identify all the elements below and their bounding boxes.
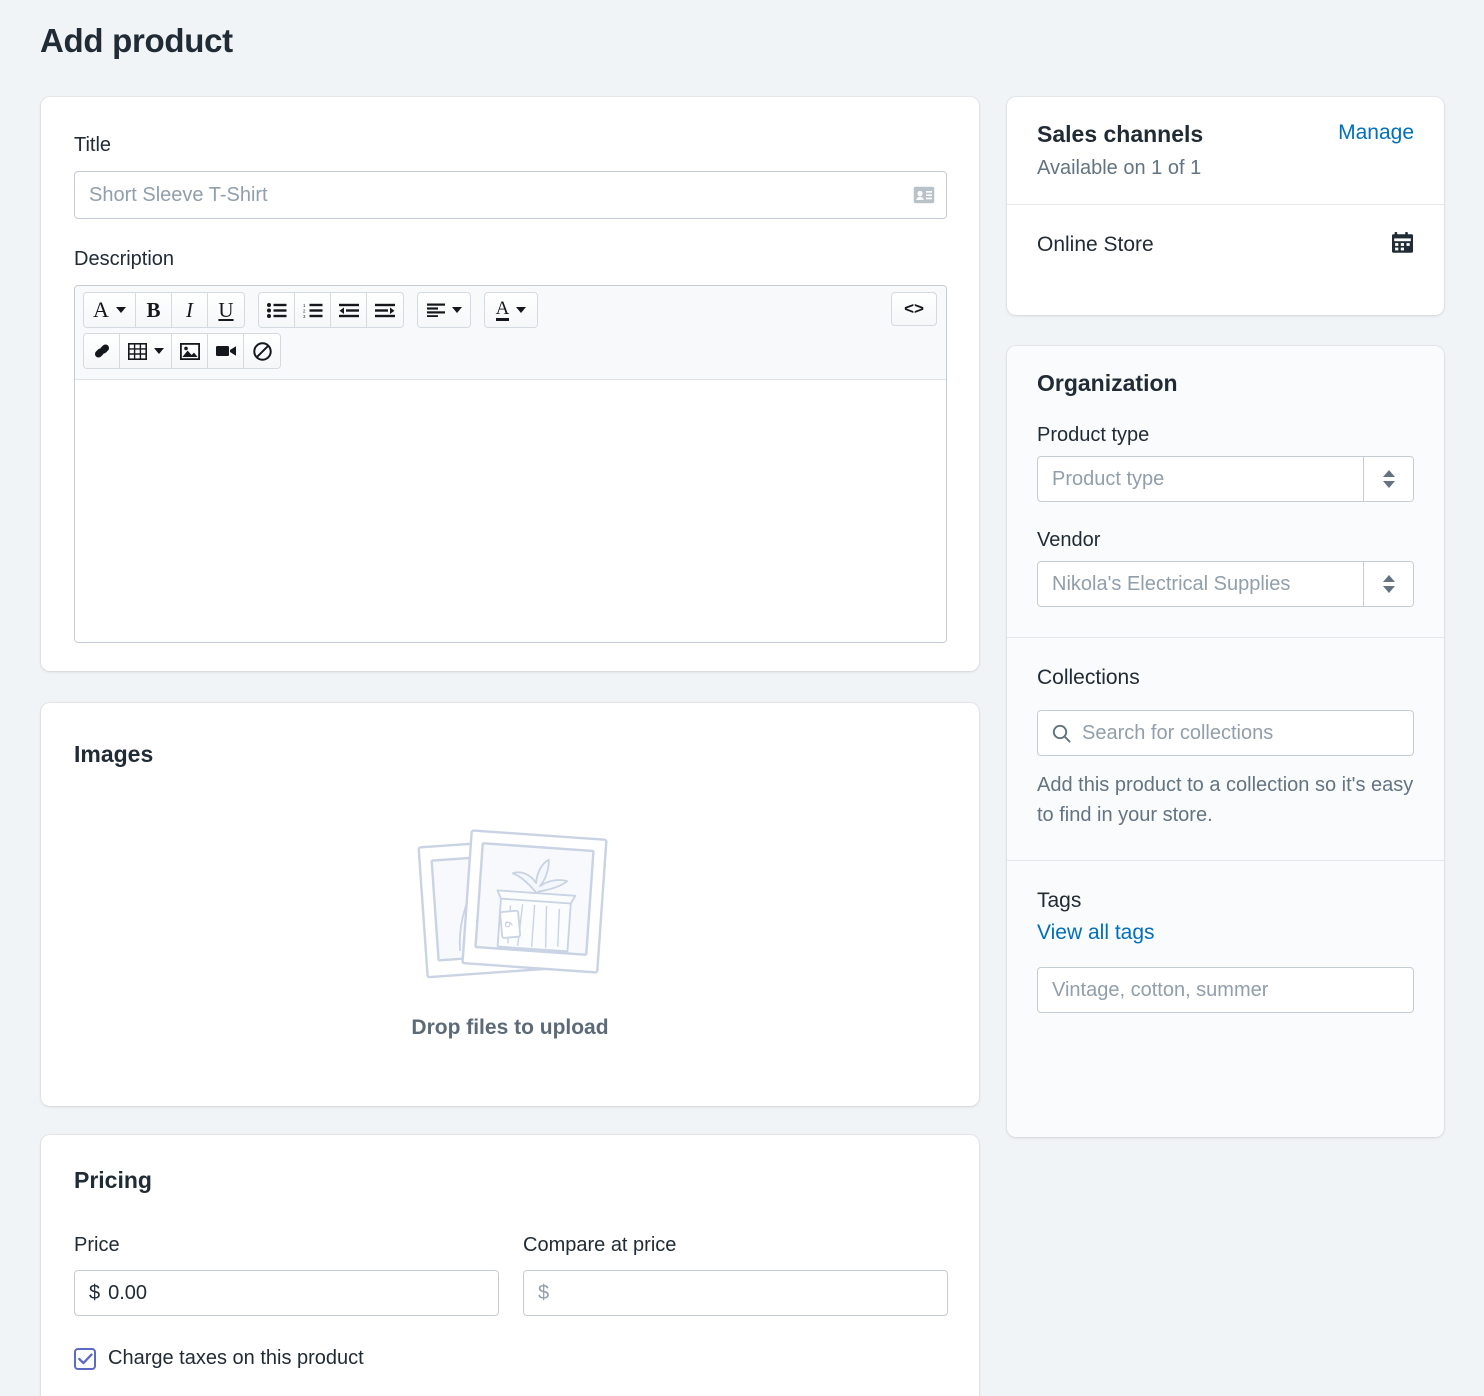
product-type-label: Product type <box>1037 424 1414 447</box>
sales-channels-card: Sales channels Manage Available on 1 of … <box>1007 97 1444 315</box>
bulleted-list-icon[interactable] <box>259 293 295 327</box>
caret-down-icon <box>1383 586 1395 593</box>
format-style-icon[interactable]: A <box>84 293 136 327</box>
checkmark-icon <box>78 1353 93 1365</box>
align-left-icon[interactable] <box>418 293 470 327</box>
vendor-label: Vendor <box>1037 529 1414 552</box>
video-icon[interactable] <box>208 334 244 368</box>
sales-channels-head-row: Sales channels Manage <box>1037 121 1414 148</box>
editor-group-color: A <box>484 292 538 328</box>
description-rich-text-editor: A B I U 123 <box>74 285 947 643</box>
editor-toolbar-row-1: A B I U 123 <box>83 292 938 328</box>
organization-title: Organization <box>1037 370 1414 397</box>
underline-icon[interactable]: U <box>208 293 244 327</box>
description-editor-content[interactable] <box>75 380 946 642</box>
organization-section: Organization Product type Product type V… <box>1007 346 1444 637</box>
description-label: Description <box>74 248 174 271</box>
price-value: 0.00 <box>108 1282 147 1305</box>
product-type-value: Product type <box>1038 457 1363 501</box>
price-label: Price <box>74 1234 120 1257</box>
price-currency-symbol: $ <box>89 1282 100 1305</box>
collections-label: Collections <box>1037 666 1414 690</box>
collections-section: Collections Search for collections Add t… <box>1007 638 1444 860</box>
chevron-down-icon <box>452 307 462 313</box>
html-code-view-button[interactable]: <> <box>891 292 937 326</box>
vendor-stepper-icon[interactable] <box>1363 562 1413 606</box>
search-icon <box>1052 724 1071 743</box>
editor-toolbar: A B I U 123 <box>75 286 946 380</box>
charge-taxes-row: Charge taxes on this product <box>74 1347 364 1370</box>
manage-channels-link[interactable]: Manage <box>1338 121 1414 145</box>
compare-at-price-label: Compare at price <box>523 1234 676 1257</box>
collections-search-input[interactable]: Search for collections <box>1037 710 1414 756</box>
compare-at-price-input[interactable]: $ <box>523 1270 948 1316</box>
caret-down-icon <box>1383 481 1395 488</box>
contact-card-icon[interactable] <box>913 184 935 206</box>
numbered-list-icon[interactable]: 123 <box>295 293 331 327</box>
outdent-icon[interactable] <box>331 293 367 327</box>
vendor-select[interactable]: Nikola's Electrical Supplies <box>1037 561 1414 607</box>
svg-text:2: 2 <box>303 308 306 313</box>
editor-group-lists: 123 <box>258 292 404 328</box>
clear-formatting-icon[interactable] <box>244 334 280 368</box>
table-icon[interactable] <box>120 334 172 368</box>
chevron-down-icon <box>116 307 126 313</box>
title-field-wrapper <box>74 171 947 219</box>
sales-channel-row-online-store[interactable]: Online Store <box>1007 205 1444 284</box>
chevron-down-icon <box>154 348 164 354</box>
image-icon[interactable] <box>172 334 208 368</box>
tags-section: Tags View all tags <box>1007 861 1444 1037</box>
svg-text:3: 3 <box>303 314 306 318</box>
page-title: Add product <box>40 22 233 60</box>
bold-icon[interactable]: B <box>136 293 172 327</box>
italic-icon[interactable]: I <box>172 293 208 327</box>
image-dropzone[interactable]: Drop files to upload <box>42 704 978 1105</box>
text-color-icon[interactable]: A <box>485 293 537 327</box>
tags-field-wrapper <box>1037 967 1414 1013</box>
charge-taxes-label[interactable]: Charge taxes on this product <box>108 1347 364 1370</box>
charge-taxes-checkbox[interactable] <box>74 1348 96 1370</box>
indent-icon[interactable] <box>367 293 403 327</box>
sales-channels-availability: Available on 1 of 1 <box>1037 157 1414 180</box>
editor-toolbar-row-2 <box>83 333 938 369</box>
title-input[interactable] <box>74 171 947 219</box>
editor-group-insert <box>83 333 281 369</box>
organization-card: Organization Product type Product type V… <box>1007 346 1444 1137</box>
add-product-page: Add product Title Description A <box>0 0 1484 1396</box>
sales-channels-header: Sales channels Manage Available on 1 of … <box>1007 97 1444 204</box>
drop-files-caption: Drop files to upload <box>411 1016 608 1040</box>
tags-label: Tags <box>1037 889 1414 913</box>
view-all-tags-link[interactable]: View all tags <box>1037 921 1414 945</box>
caret-up-icon <box>1383 470 1395 477</box>
caret-up-icon <box>1383 575 1395 582</box>
editor-group-align <box>417 292 471 328</box>
tags-input[interactable] <box>1037 967 1414 1013</box>
editor-group-text-format: A B I U <box>83 292 245 328</box>
price-input[interactable]: $ 0.00 <box>74 1270 499 1316</box>
sales-channels-title: Sales channels <box>1037 121 1203 148</box>
sales-channel-name: Online Store <box>1037 233 1154 257</box>
pricing-title: Pricing <box>74 1167 152 1194</box>
title-label: Title <box>74 134 111 157</box>
product-type-select[interactable]: Product type <box>1037 456 1414 502</box>
chevron-down-icon <box>516 307 526 313</box>
product-type-stepper-icon[interactable] <box>1363 457 1413 501</box>
svg-text:1: 1 <box>303 303 306 308</box>
collections-search-placeholder: Search for collections <box>1082 722 1273 745</box>
calendar-icon <box>1391 231 1414 259</box>
stacked-photos-illustration <box>405 829 615 994</box>
collections-help-text: Add this product to a collection so it's… <box>1037 770 1414 830</box>
link-icon[interactable] <box>84 334 120 368</box>
vendor-value: Nikola's Electrical Supplies <box>1038 562 1363 606</box>
compare-currency-symbol: $ <box>538 1282 549 1305</box>
